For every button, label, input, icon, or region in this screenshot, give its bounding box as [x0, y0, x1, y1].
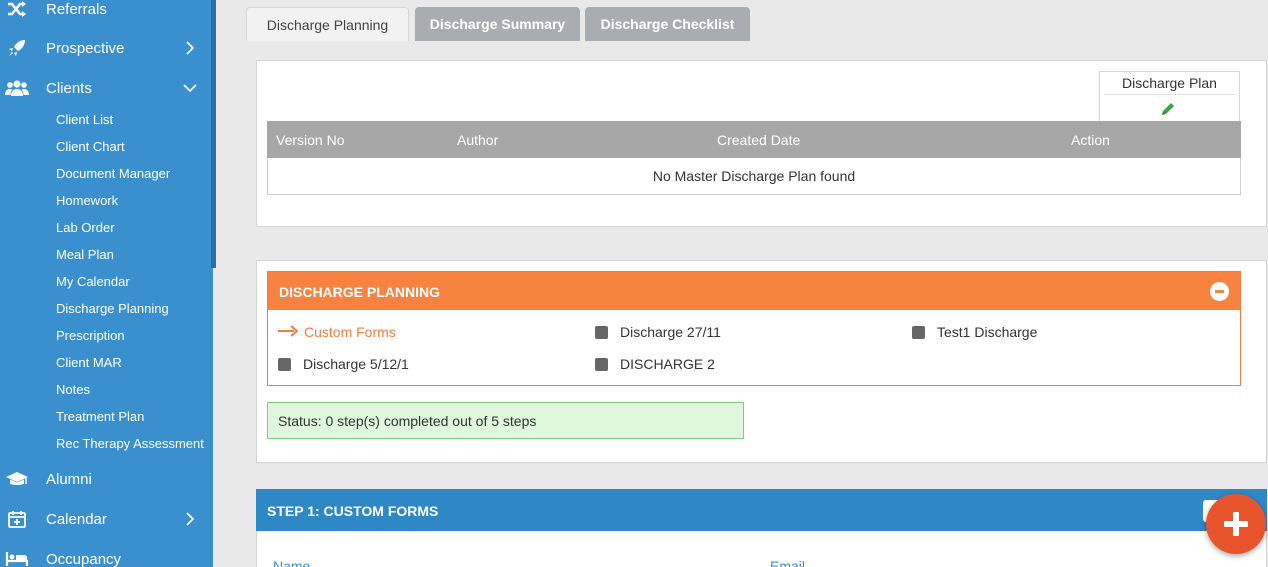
step1-body: Name Email [256, 531, 1267, 567]
status-message: Status: 0 step(s) completed out of 5 ste… [267, 402, 744, 439]
column-action: Action [1071, 132, 1110, 148]
sidebar-subitem-treatment-plan[interactable]: Treatment Plan [56, 409, 144, 424]
divider [1104, 94, 1235, 95]
step1-header: STEP 1: CUSTOM FORMS S [256, 489, 1267, 531]
sidebar-item-label: Clients [46, 79, 92, 97]
sidebar-item-label: Alumni [46, 470, 92, 488]
step-test1-discharge[interactable]: Test1 Discharge [912, 324, 1037, 340]
sidebar-subitem-document-manager[interactable]: Document Manager [56, 166, 170, 181]
column-version-no: Version No [276, 132, 345, 148]
discharge-plan-button[interactable]: Discharge Plan [1099, 71, 1240, 123]
discharge-plan-button-label: Discharge Plan [1122, 75, 1217, 91]
sidebar-subitem-meal-plan[interactable]: Meal Plan [56, 247, 114, 262]
chevron-right-icon [182, 40, 198, 56]
graduation-cap-icon [5, 468, 29, 490]
step1-title: STEP 1: CUSTOM FORMS [267, 503, 439, 519]
step-discharge-27-11[interactable]: Discharge 27/11 [595, 324, 721, 340]
sidebar-item-label: Calendar [46, 510, 107, 528]
discharge-planning-title: DISCHARGE PLANNING [279, 284, 441, 300]
sidebar-subitem-prescription[interactable]: Prescription [56, 328, 125, 343]
step-discharge-2[interactable]: DISCHARGE 2 [595, 356, 715, 372]
sidebar-item-calendar[interactable]: Calendar [0, 501, 213, 537]
arrow-right-icon [278, 324, 299, 340]
discharge-planning-header: DISCHARGE PLANNING [268, 272, 1240, 310]
sidebar-item-label: Occupancy [46, 550, 122, 567]
sidebar-subitem-notes[interactable]: Notes [56, 382, 90, 397]
sidebar-subitem-lab-order[interactable]: Lab Order [56, 220, 115, 235]
column-created-date: Created Date [717, 132, 801, 148]
sidebar-subitem-client-list[interactable]: Client List [56, 112, 113, 127]
step-status-square-icon [595, 357, 608, 371]
step-status-square-icon [912, 325, 925, 339]
master-plan-empty-row: No Master Discharge Plan found [267, 158, 1241, 195]
sidebar-subitem-client-chart[interactable]: Client Chart [56, 139, 125, 154]
shuffle-icon [5, 0, 29, 20]
rocket-icon [5, 37, 29, 59]
sidebar-item-referrals[interactable]: Referrals [0, 0, 213, 27]
step-label: Discharge 27/11 [620, 324, 721, 340]
tab-discharge-summary[interactable]: Discharge Summary [415, 7, 580, 41]
column-email: Email [770, 558, 806, 567]
sidebar-item-label: Prospective [46, 39, 125, 57]
sidebar-subitem-homework[interactable]: Homework [56, 193, 118, 208]
sidebar-subitem-my-calendar[interactable]: My Calendar [56, 274, 130, 289]
calendar-plus-icon [5, 508, 29, 530]
discharge-planning-box: DISCHARGE PLANNING Custom Forms Discharg… [267, 271, 1241, 386]
sidebar: Referrals Prospective Clients Client Lis… [0, 0, 213, 567]
column-author: Author [457, 132, 499, 148]
step-discharge-5-12-1[interactable]: Discharge 5/12/1 [278, 356, 409, 372]
sidebar-subitem-client-mar[interactable]: Client MAR [56, 355, 122, 370]
tab-discharge-checklist[interactable]: Discharge Checklist [585, 7, 750, 41]
users-icon [5, 77, 29, 99]
step-custom-forms[interactable]: Custom Forms [278, 324, 396, 340]
sidebar-item-prospective[interactable]: Prospective [0, 30, 213, 66]
step-status-square-icon [595, 325, 608, 339]
sidebar-subitem-discharge-planning[interactable]: Discharge Planning [56, 301, 169, 316]
step-label: DISCHARGE 2 [620, 356, 715, 372]
discharge-planning-panel: DISCHARGE PLANNING Custom Forms Discharg… [256, 260, 1267, 463]
column-name: Name [273, 558, 311, 567]
main-content: Discharge Planning Discharge Summary Dis… [216, 0, 1268, 567]
add-fab-button[interactable] [1206, 494, 1266, 554]
bed-icon [5, 548, 29, 567]
sidebar-subitem-rec-therapy-assessment[interactable]: Rec Therapy Assessment [56, 436, 204, 451]
step-label: Custom Forms [304, 324, 396, 340]
sidebar-item-clients[interactable]: Clients [0, 70, 213, 106]
master-plan-table-header: Version No Author Created Date Action [267, 121, 1241, 158]
sidebar-item-alumni[interactable]: Alumni [0, 461, 213, 497]
sidebar-item-occupancy[interactable]: Occupancy [0, 541, 213, 567]
sidebar-item-label: Referrals [46, 0, 107, 18]
chevron-down-icon [182, 80, 198, 96]
step-label: Discharge 5/12/1 [303, 356, 409, 372]
pencil-icon [1160, 101, 1176, 122]
chevron-right-icon [182, 511, 198, 527]
collapse-icon[interactable] [1210, 282, 1229, 301]
step-status-square-icon [278, 357, 291, 371]
step-label: Test1 Discharge [937, 324, 1038, 340]
tab-discharge-planning[interactable]: Discharge Planning [246, 7, 409, 41]
